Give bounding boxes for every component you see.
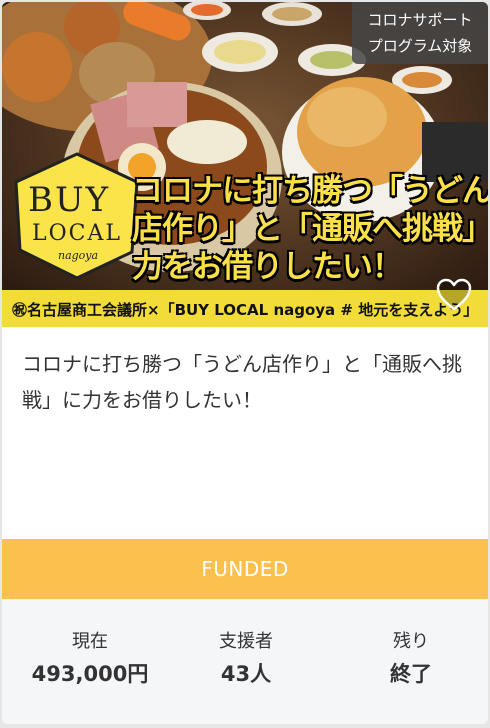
heart-icon: [436, 278, 472, 311]
stats-panel: 現在 493,000円 支援者 43人 残り 終了: [2, 599, 488, 724]
headline-line-3: 力をお借りしたい！: [132, 249, 403, 285]
logo-text-local: LOCAL: [32, 221, 122, 246]
corona-support-badge: コロナサポート プログラム対象: [352, 2, 488, 64]
stat-backers: 支援者 43人: [166, 629, 326, 693]
stat-remaining-value: 終了: [390, 662, 432, 686]
project-image[interactable]: BUY LOCAL nagoya コロナに打ち勝つ「うどん 店作り」と「通販へ挑…: [2, 2, 488, 327]
stat-current-value: 493,000円: [31, 662, 149, 686]
stat-backers-value: 43人: [220, 662, 272, 686]
logo-text-nagoya: nagoya: [58, 249, 99, 262]
logo-text-buy: BUY: [28, 180, 111, 220]
stat-current: 現在 493,000円: [10, 629, 170, 693]
funded-status: FUNDED: [2, 539, 488, 599]
stat-current-label: 現在: [72, 631, 108, 652]
stat-remaining: 残り 終了: [331, 629, 488, 693]
badge-line-1: コロナサポート: [367, 11, 473, 29]
project-card[interactable]: BUY LOCAL nagoya コロナに打ち勝つ「うどん 店作り」と「通販へ挑…: [2, 2, 488, 724]
badge-line-2: プログラム対象: [367, 37, 473, 55]
stat-remaining-label: 残り: [393, 631, 429, 652]
stat-backers-label: 支援者: [219, 631, 273, 652]
favorite-button[interactable]: [436, 278, 472, 314]
sponsor-strip-text: ㊗名古屋商工会議所×「BUY LOCAL nagoya # 地元を支えよう」: [12, 301, 479, 319]
project-title[interactable]: コロナに打ち勝つ「うどん店作り」と「通販へ挑戦」に力をお借りしたい！: [22, 346, 462, 418]
hero-headline: コロナに打ち勝つ「うどん 店作り」と「通販へ挑戦」に 力をお借りしたい！: [126, 159, 488, 285]
